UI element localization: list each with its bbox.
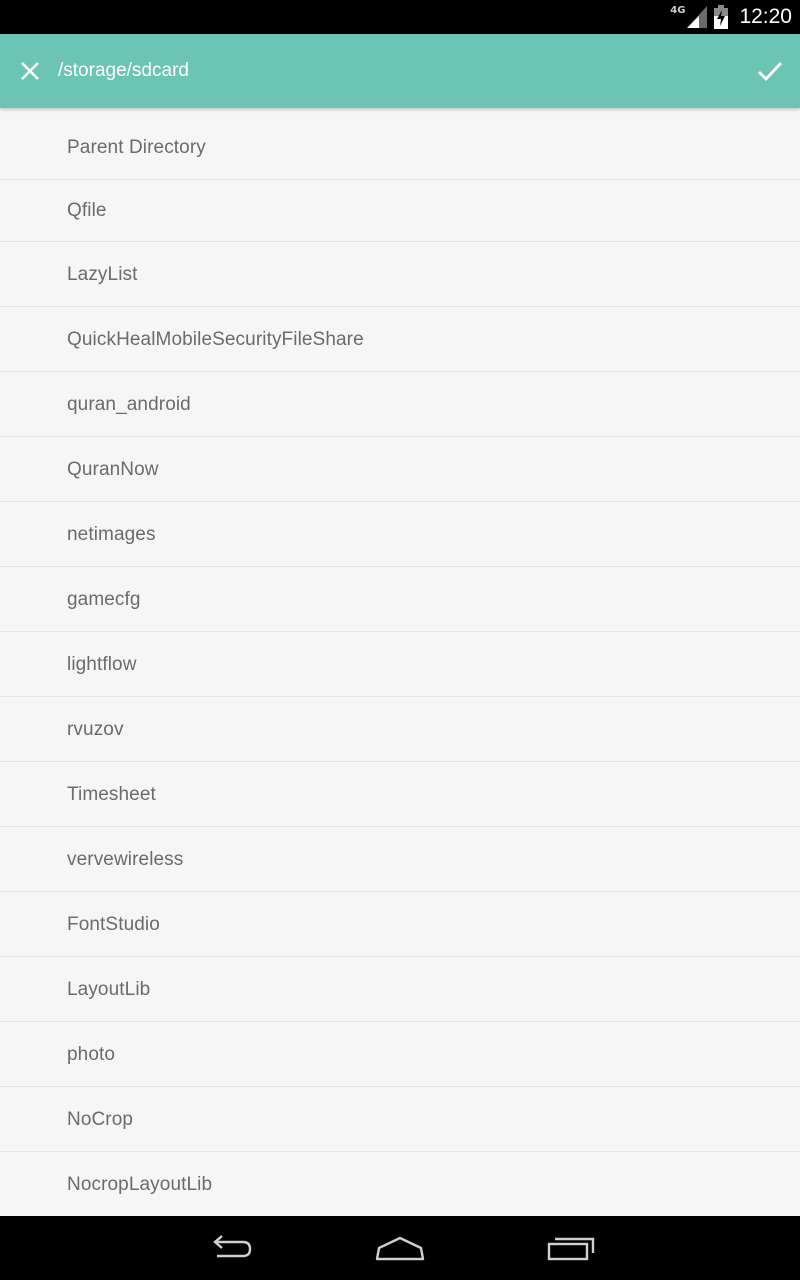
list-item-label: NoCrop xyxy=(67,1109,134,1130)
back-button[interactable] xyxy=(199,1230,259,1266)
close-icon xyxy=(21,62,39,80)
list-item-label: LazyList xyxy=(67,264,138,285)
list-item-label: QuranNow xyxy=(67,459,159,480)
current-path-title: /storage/sdcard xyxy=(58,60,189,81)
list-item-parent-directory[interactable]: Parent Directory xyxy=(0,116,800,180)
recent-apps-button[interactable] xyxy=(541,1230,601,1266)
network-type-label: 4G xyxy=(670,4,686,16)
list-item[interactable]: NocropLayoutLib xyxy=(0,1152,800,1216)
signal-icon xyxy=(687,6,708,28)
confirm-button[interactable] xyxy=(752,53,788,89)
list-item-label: QuickHealMobileSecurityFileShare xyxy=(67,329,364,350)
home-button[interactable] xyxy=(370,1230,430,1266)
list-item-label: rvuzov xyxy=(67,719,124,740)
list-item-label: netimages xyxy=(67,524,156,545)
battery-icon xyxy=(714,5,729,29)
list-item[interactable]: LayoutLib xyxy=(0,957,800,1022)
list-item[interactable]: LazyList xyxy=(0,242,800,307)
list-item-label: quran_android xyxy=(67,394,191,415)
clock: 12:20 xyxy=(739,5,792,28)
status-icons: 4G 12:20 xyxy=(670,0,792,34)
list-item-label: LayoutLib xyxy=(67,979,151,1000)
list-item[interactable]: NoCrop xyxy=(0,1087,800,1152)
list-item[interactable]: netimages xyxy=(0,502,800,567)
list-item[interactable]: gamecfg xyxy=(0,567,800,632)
navigation-bar xyxy=(0,1216,800,1280)
list-item-label: Qfile xyxy=(67,200,107,221)
list-item[interactable]: FontStudio xyxy=(0,892,800,957)
list-item[interactable]: QuranNow xyxy=(0,437,800,502)
checkmark-icon xyxy=(758,62,783,82)
list-item-label: lightflow xyxy=(67,654,137,675)
list-item[interactable]: rvuzov xyxy=(0,697,800,762)
file-list: Parent Directory Qfile LazyList QuickHea… xyxy=(0,108,800,1216)
status-bar: 4G 12:20 xyxy=(0,0,800,34)
list-item-label: gamecfg xyxy=(67,589,141,610)
list-item[interactable]: vervewireless xyxy=(0,827,800,892)
list-item-label: vervewireless xyxy=(67,849,184,870)
close-button[interactable] xyxy=(12,53,48,89)
back-icon xyxy=(213,1235,252,1258)
list-item[interactable]: Qfile xyxy=(0,180,800,242)
list-item[interactable]: Timesheet xyxy=(0,762,800,827)
action-bar: /storage/sdcard xyxy=(0,34,800,108)
list-item-label: Parent Directory xyxy=(67,137,206,158)
list-item-label: Timesheet xyxy=(67,784,156,805)
list-item[interactable]: quran_android xyxy=(0,372,800,437)
home-icon xyxy=(375,1236,425,1261)
list-item[interactable]: QuickHealMobileSecurityFileShare xyxy=(0,307,800,372)
recent-apps-icon xyxy=(547,1237,595,1261)
list-item[interactable]: photo xyxy=(0,1022,800,1087)
list-item-label: photo xyxy=(67,1044,116,1065)
list-item-label: NocropLayoutLib xyxy=(67,1174,213,1195)
list-item[interactable]: lightflow xyxy=(0,632,800,697)
list-item-label: FontStudio xyxy=(67,914,160,935)
